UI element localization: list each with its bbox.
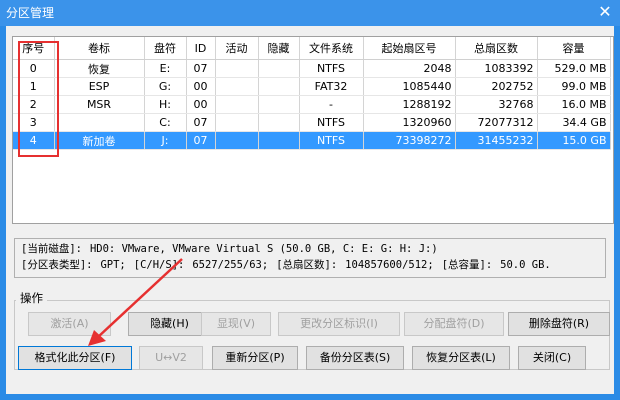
disk-value: HD0: VMware, VMware Virtual S (50.0 GB, …	[89, 243, 438, 255]
cell-label: ESP	[54, 77, 145, 96]
partition-type-value: GPT;	[100, 259, 126, 271]
uv-button[interactable]: U↔V2	[139, 346, 203, 370]
cell-total-sectors: 1083392	[455, 59, 538, 78]
cell-capacity: 16.0 MB	[537, 95, 611, 114]
cell-hidden	[258, 95, 300, 114]
total-sectors-label: [总扇区数]:	[276, 259, 338, 271]
cell-index: 4	[13, 131, 55, 150]
cell-label: MSR	[54, 95, 145, 114]
capacity-label: [总容量]:	[441, 259, 493, 271]
cell-letter: J:	[144, 131, 187, 150]
chs-label: [C/H/S]:	[133, 259, 185, 271]
cell-index: 2	[13, 95, 55, 114]
cell-active	[215, 131, 259, 150]
cell-filesystem: NTFS	[299, 131, 364, 150]
cell-start-sector: 1085440	[363, 77, 456, 96]
cell-capacity: 99.0 MB	[537, 77, 611, 96]
col-header-total-sectors[interactable]: 总扇区数	[455, 37, 538, 60]
col-header-start-sector[interactable]: 起始扇区号	[363, 37, 456, 60]
close-icon[interactable]: ✕	[596, 2, 614, 22]
cell-start-sector: 1288192	[363, 95, 456, 114]
cell-label: 恢复	[54, 59, 145, 78]
cell-label	[54, 113, 145, 132]
partition-table[interactable]: 序号 卷标 盘符 ID 活动 隐藏 文件系统 起始扇区号 总扇区数 容量 0 恢…	[12, 36, 614, 224]
capacity-value: 50.0 GB.	[500, 259, 551, 271]
total-sectors-value: 104857600/512;	[345, 259, 434, 271]
cell-active	[215, 77, 259, 96]
table-header-row: 序号 卷标 盘符 ID 活动 隐藏 文件系统 起始扇区号 总扇区数 容量	[13, 37, 611, 60]
change-partition-id-button[interactable]: 更改分区标识(I)	[278, 312, 400, 336]
cell-letter: E:	[144, 59, 187, 78]
cell-letter: G:	[144, 77, 187, 96]
cell-filesystem: NTFS	[299, 59, 364, 78]
col-header-id[interactable]: ID	[186, 37, 216, 60]
cell-active	[215, 95, 259, 114]
partition-type-label: [分区表类型]:	[21, 259, 93, 271]
cell-filesystem: NTFS	[299, 113, 364, 132]
cell-active	[215, 59, 259, 78]
col-header-active[interactable]: 活动	[215, 37, 259, 60]
window-title: 分区管理	[6, 6, 55, 20]
restore-partition-table-button[interactable]: 恢复分区表(L)	[412, 346, 510, 370]
cell-start-sector: 1320960	[363, 113, 456, 132]
cell-letter: H:	[144, 95, 187, 114]
title-bar: 分区管理 ✕	[0, 0, 620, 26]
chs-value: 6527/255/63;	[192, 259, 269, 271]
activate-button[interactable]: 激活(A)	[28, 312, 111, 336]
cell-capacity: 15.0 GB	[537, 131, 611, 150]
partition-manager-window: 分区管理 ✕ 序号 卷标 盘符 ID 活动 隐藏 文件系统 起始扇区号 总扇区数…	[0, 0, 620, 400]
table-row[interactable]: 3 C: 07 NTFS 1320960 72077312 34.4 GB	[13, 113, 611, 132]
dialog-body: 序号 卷标 盘符 ID 活动 隐藏 文件系统 起始扇区号 总扇区数 容量 0 恢…	[6, 26, 614, 394]
cell-total-sectors: 32768	[455, 95, 538, 114]
cell-id: 07	[186, 59, 216, 78]
format-partition-button[interactable]: 格式化此分区(F)	[18, 346, 132, 370]
cell-start-sector: 2048	[363, 59, 456, 78]
cell-start-sector: 73398272	[363, 131, 456, 150]
hide-button[interactable]: 隐藏(H)	[128, 312, 211, 336]
cell-id: 07	[186, 113, 216, 132]
col-header-label[interactable]: 卷标	[54, 37, 145, 60]
close-button[interactable]: 关闭(C)	[518, 346, 586, 370]
operations-group-label: 操作	[16, 290, 47, 306]
col-header-letter[interactable]: 盘符	[144, 37, 187, 60]
cell-label: 新加卷	[54, 131, 145, 150]
cell-hidden	[258, 59, 300, 78]
table-row[interactable]: 2 MSR H: 00 - 1288192 32768 16.0 MB	[13, 95, 611, 114]
table-row[interactable]: 1 ESP G: 00 FAT32 1085440 202752 99.0 MB	[13, 77, 611, 96]
col-header-filesystem[interactable]: 文件系统	[299, 37, 364, 60]
cell-active	[215, 113, 259, 132]
cell-index: 1	[13, 77, 55, 96]
disk-info-panel: [当前磁盘]: HD0: VMware, VMware Virtual S (50…	[14, 238, 606, 278]
assign-drive-letter-button[interactable]: 分配盘符(D)	[404, 312, 504, 336]
cell-index: 3	[13, 113, 55, 132]
cell-filesystem: -	[299, 95, 364, 114]
cell-hidden	[258, 77, 300, 96]
col-header-capacity[interactable]: 容量	[537, 37, 611, 60]
cell-id: 00	[186, 95, 216, 114]
cell-total-sectors: 202752	[455, 77, 538, 96]
backup-partition-table-button[interactable]: 备份分区表(S)	[306, 346, 404, 370]
cell-index: 0	[13, 59, 55, 78]
cell-capacity: 34.4 GB	[537, 113, 611, 132]
cell-hidden	[258, 131, 300, 150]
table-row[interactable]: 0 恢复 E: 07 NTFS 2048 1083392 529.0 MB	[13, 59, 611, 78]
cell-filesystem: FAT32	[299, 77, 364, 96]
cell-id: 00	[186, 77, 216, 96]
remove-drive-letter-button[interactable]: 删除盘符(R)	[508, 312, 610, 336]
disk-label: [当前磁盘]:	[21, 243, 82, 255]
cell-id: 07	[186, 131, 216, 150]
repartition-button[interactable]: 重新分区(P)	[212, 346, 298, 370]
cell-letter: C:	[144, 113, 187, 132]
cell-hidden	[258, 113, 300, 132]
col-header-index[interactable]: 序号	[13, 37, 55, 60]
table-row-selected[interactable]: 4 新加卷 J: 07 NTFS 73398272 31455232 15.0 …	[13, 131, 611, 150]
cell-total-sectors: 72077312	[455, 113, 538, 132]
col-header-hidden[interactable]: 隐藏	[258, 37, 300, 60]
cell-total-sectors: 31455232	[455, 131, 538, 150]
cell-capacity: 529.0 MB	[537, 59, 611, 78]
show-button[interactable]: 显现(V)	[201, 312, 271, 336]
